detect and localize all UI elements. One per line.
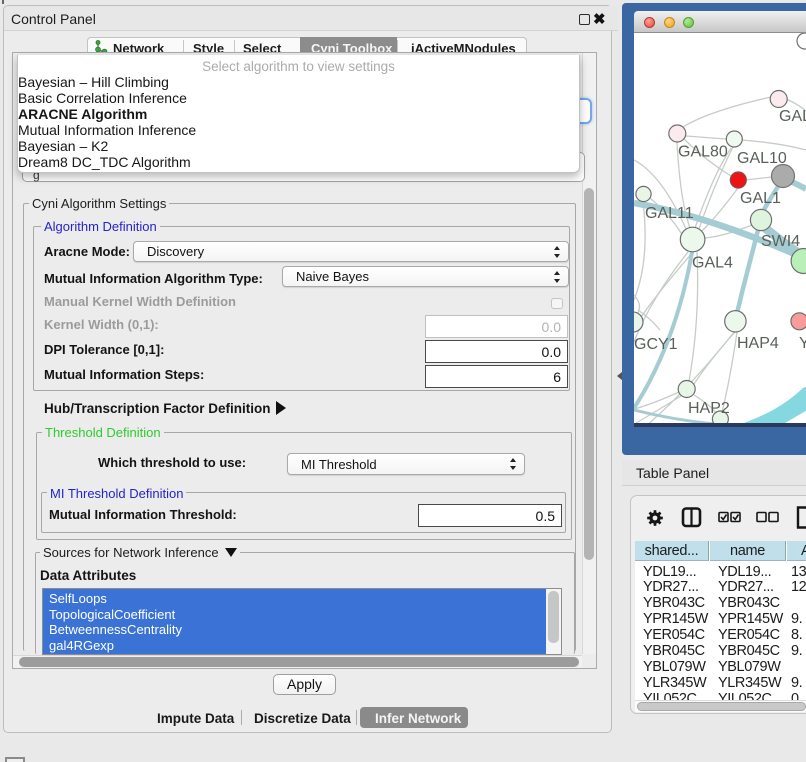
svg-text:HAP4: HAP4 — [737, 335, 779, 352]
svg-text:GAL80: GAL80 — [678, 144, 728, 161]
svg-text:GAL1: GAL1 — [740, 190, 781, 207]
svg-text:GAL4: GAL4 — [692, 255, 733, 272]
svg-text:GCY1: GCY1 — [634, 336, 678, 353]
svg-text:SWI4: SWI4 — [761, 233, 800, 250]
svg-text:Y: Y — [799, 335, 806, 352]
svg-text:GAL11: GAL11 — [645, 205, 694, 222]
svg-text:GAL10: GAL10 — [737, 150, 787, 167]
svg-text:HAP2: HAP2 — [688, 400, 730, 417]
svg-text:GAL7: GAL7 — [779, 108, 806, 125]
